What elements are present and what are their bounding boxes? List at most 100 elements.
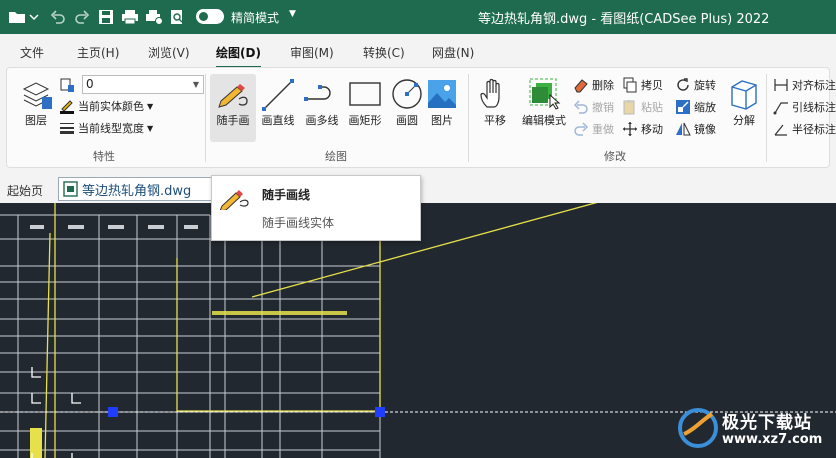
redo-label: 重做 [592,123,614,136]
paste-label: 粘贴 [641,101,663,114]
open-folder-icon[interactable] [8,8,42,26]
watermark-logo [678,408,718,448]
simple-mode-toggle[interactable] [196,9,224,24]
polyline-icon [304,85,331,101]
rectangle-icon [349,82,381,106]
align-dimension-icon [774,79,788,91]
group-divider [205,74,206,162]
pan-button[interactable]: 平移 [472,74,518,142]
edit-mode-button[interactable]: 编辑模式 [518,74,570,142]
image-icon [428,80,456,108]
batch-print-icon[interactable] [145,8,163,26]
current-linewidth-button[interactable]: 当前线型宽度 ▼ [59,119,153,137]
tooltip-description: 随手画线实体 [262,216,335,230]
tab-review[interactable]: 审图(M) [290,44,334,61]
current-linewidth-label: 当前线型宽度 [78,122,144,135]
leader-icon [773,102,788,115]
window-title: 等边热轧角钢.dwg - 看图纸(CADSee Plus) 2022 [478,12,770,27]
redo-icon[interactable] [74,8,90,26]
group-divider [468,74,469,162]
insert-image-button[interactable]: 图片 [419,74,465,142]
linewidth-icon [60,123,74,134]
radius-dimension-label: 半径标注 [792,123,836,136]
tab-draw[interactable]: 绘图(D) [216,44,261,68]
mirror-button[interactable]: 镜像 [675,120,716,138]
layer-select-value: 0 [86,77,94,91]
scale-icon [676,100,690,114]
tooltip: 随手画线 随手画线实体 [211,175,421,241]
redo-icon [574,122,589,136]
grip-point[interactable] [375,407,385,417]
scale-label: 缩放 [694,101,716,114]
tab-cloud[interactable]: 网盘(N) [432,44,474,61]
chevron-down-icon: ▼ [192,80,199,89]
start-page-tab[interactable]: 起始页 [7,182,43,199]
explode-label: 分解 [733,114,755,127]
print-preview-icon[interactable] [169,8,185,26]
layer-label: 图层 [25,114,47,127]
layer-button[interactable]: 图层 [13,74,59,142]
chevron-down-icon: ▼ [147,123,154,133]
explode-cube-icon [731,80,757,110]
tab-browse[interactable]: 浏览(V) [148,44,190,61]
undo-icon[interactable] [50,8,66,26]
undo-button[interactable]: 撤销 [573,98,614,116]
print-icon[interactable] [121,8,139,26]
undo-icon [573,100,588,114]
modify-group-label: 修改 [604,150,626,163]
radius-dimension-button[interactable]: 半径标注 [773,120,836,138]
document-tab[interactable]: 等边热轧角钢.dwg [58,177,218,201]
radius-icon [774,124,787,136]
move-label: 移动 [641,123,663,136]
move-icon [623,122,637,136]
tab-home[interactable]: 主页(H) [77,44,119,61]
draw-rectangle-button[interactable]: 画矩形 [342,74,388,142]
chevron-down-icon: ▼ [147,101,154,111]
move-button[interactable]: 移动 [622,120,663,138]
current-color-label: 当前实体颜色 [78,100,144,113]
explode-button[interactable]: 分解 [721,74,767,142]
dwg-file-icon [63,181,78,197]
watermark-text: 极光下载站 [722,413,812,433]
tooltip-title: 随手画线 [262,188,311,202]
draw-polyline-button[interactable]: 画多线 [299,74,345,142]
pencil-icon [220,190,249,210]
mirror-icon [676,122,691,136]
delete-button[interactable]: 删除 [573,76,614,94]
copy-button[interactable]: 拷贝 [622,76,663,94]
line-icon [262,79,294,111]
scale-button[interactable]: 缩放 [675,98,716,116]
draw-line-button[interactable]: 画直线 [255,74,301,142]
align-dimension-button[interactable]: 对齐标注 [773,76,836,94]
rotate-button[interactable]: 旋转 [675,76,716,94]
layer-properties-icon[interactable] [59,76,78,94]
insert-image-label: 图片 [431,114,453,127]
tab-file[interactable]: 文件 [20,44,44,61]
rotate-icon [677,78,689,91]
grip-point[interactable] [108,407,118,417]
group-divider [766,74,767,162]
edit-mode-icon [529,78,561,110]
paste-icon [623,100,635,115]
undo-label: 撤销 [592,101,614,114]
draw-polyline-label: 画多线 [305,114,339,127]
draw-line-label: 画直线 [261,114,295,127]
save-icon[interactable] [98,8,114,26]
edit-mode-label: 编辑模式 [522,114,566,127]
align-dimension-label: 对齐标注 [792,79,836,92]
layer-select[interactable]: 0 ▼ [82,75,204,94]
hand-icon [480,78,500,108]
layer-icon [22,82,52,109]
tab-convert[interactable]: 转换(C) [363,44,405,61]
paste-button[interactable]: 粘贴 [622,98,663,116]
properties-group-label: 特性 [93,150,115,163]
document-tab-label: 等边热轧角钢.dwg [82,183,192,199]
leader-dimension-label: 引线标注 [792,101,836,114]
color-brush-icon [60,100,74,114]
freehand-draw-button[interactable]: 随手画 [210,74,256,142]
current-color-button[interactable]: 当前实体颜色 ▼ [59,97,153,115]
quick-access-dropdown-icon[interactable]: ▼ [289,9,296,19]
leader-dimension-button[interactable]: 引线标注 [773,98,836,116]
redo-button[interactable]: 重做 [573,120,614,138]
ribbon-panel: 图层 0 ▼ 当前实体颜色 ▼ 当前线型宽度 ▼ 特性 随手画 画直线 画多线 … [6,67,836,168]
